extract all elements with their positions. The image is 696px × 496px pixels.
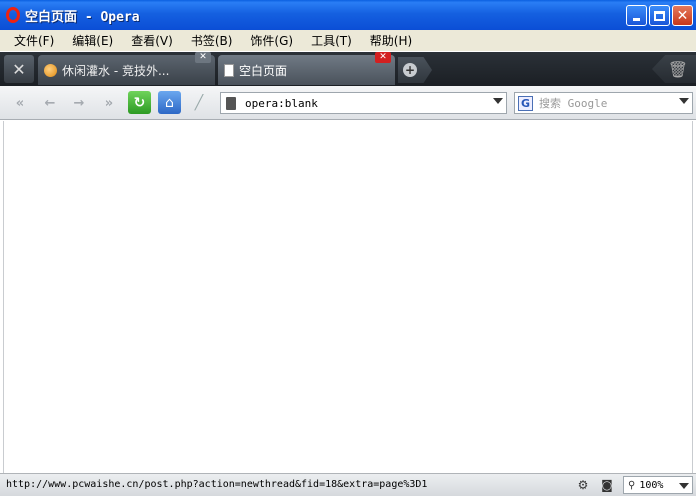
forward-arrow-icon: → (73, 95, 85, 111)
tab-close-button[interactable]: ✕ (375, 52, 391, 63)
minimize-icon (633, 18, 640, 21)
magnifier-icon: ⚲ (628, 479, 636, 491)
menu-edit[interactable]: 编辑(E) (72, 32, 113, 49)
menu-widgets[interactable]: 饰件(G) (250, 32, 293, 49)
google-icon[interactable]: G (518, 95, 533, 111)
maximize-icon (654, 10, 665, 21)
back-arrow-icon: ← (44, 95, 56, 111)
navigation-toolbar: « ← → » ↻ ⌂ ╱ G (0, 86, 696, 120)
trash-icon: 🗑 (667, 59, 688, 79)
trash-button[interactable]: 🗑 (652, 55, 696, 83)
zoom-dropdown-icon[interactable] (679, 483, 689, 489)
page-icon (224, 63, 234, 77)
close-icon: ✕ (676, 7, 689, 24)
search-input[interactable] (539, 96, 679, 110)
new-tab-button[interactable]: + (398, 57, 432, 83)
tab-forum[interactable]: 休闲灌水 - 竞技外... ✕ (38, 52, 215, 85)
plus-icon: + (403, 63, 417, 77)
orange-bulb-icon (44, 63, 57, 77)
search-dropdown-icon[interactable] (679, 98, 689, 104)
tab-bar: ✕ 休闲灌水 - 竞技外... ✕ 空白页面 ✕ + 🗑 (0, 52, 696, 86)
wand-button[interactable]: ╱ (189, 93, 209, 113)
address-dropdown-icon[interactable] (493, 98, 503, 104)
opera-logo-icon (6, 7, 20, 23)
status-bar: http://www.pcwaishe.cn/post.php?action=n… (0, 473, 696, 496)
tools-button[interactable]: ✕ (4, 55, 34, 83)
menu-tools[interactable]: 工具(T) (311, 32, 352, 49)
status-url: http://www.pcwaishe.cn/post.php?action=n… (6, 479, 428, 490)
forward-button[interactable]: → (67, 92, 91, 114)
reload-icon: ↻ (133, 94, 146, 111)
maximize-button[interactable] (649, 5, 670, 26)
search-box[interactable]: G (514, 92, 693, 114)
address-bar[interactable] (220, 92, 507, 114)
reload-button[interactable]: ↻ (128, 91, 151, 114)
tab-close-button[interactable]: ✕ (195, 52, 211, 63)
menu-view[interactable]: 查看(V) (131, 32, 173, 49)
zoom-value: 100% (639, 479, 664, 491)
fast-forward-icon: » (104, 95, 114, 111)
window-controls: ✕ (626, 5, 693, 26)
page-content[interactable] (3, 121, 693, 473)
tab-label: 空白页面 (239, 63, 288, 78)
rewind-button[interactable]: « (8, 92, 32, 114)
tab-label: 休闲灌水 - 竞技外... (62, 63, 170, 78)
address-input[interactable] (245, 96, 485, 110)
page-info-icon (226, 96, 236, 110)
menu-file[interactable]: 文件(F) (14, 32, 54, 49)
turbo-button[interactable]: ⚙ (574, 477, 592, 493)
camera-icon: ◙ (601, 478, 613, 492)
home-button[interactable]: ⌂ (158, 91, 181, 114)
window-title: 空白页面 - Opera (25, 9, 140, 25)
home-icon: ⌂ (165, 94, 174, 111)
menu-bookmarks[interactable]: 书签(B) (191, 32, 233, 49)
turbo-icon: ⚙ (577, 478, 589, 492)
camera-button[interactable]: ◙ (598, 477, 616, 493)
back-button[interactable]: ← (38, 92, 62, 114)
minimize-button[interactable] (626, 5, 647, 26)
menu-help[interactable]: 帮助(H) (370, 32, 412, 49)
wrench-icon: ✕ (12, 59, 26, 79)
rewind-icon: « (15, 95, 25, 111)
fast-forward-button[interactable]: » (97, 92, 121, 114)
title-bar: 空白页面 - Opera ✕ (0, 0, 696, 30)
wand-icon: ╱ (194, 95, 204, 111)
tab-blank-page[interactable]: 空白页面 ✕ (218, 52, 395, 85)
zoom-control[interactable]: ⚲ 100% (623, 476, 693, 494)
menu-bar: 文件(F) 编辑(E) 查看(V) 书签(B) 饰件(G) 工具(T) 帮助(H… (0, 30, 696, 52)
close-window-button[interactable]: ✕ (672, 5, 693, 26)
